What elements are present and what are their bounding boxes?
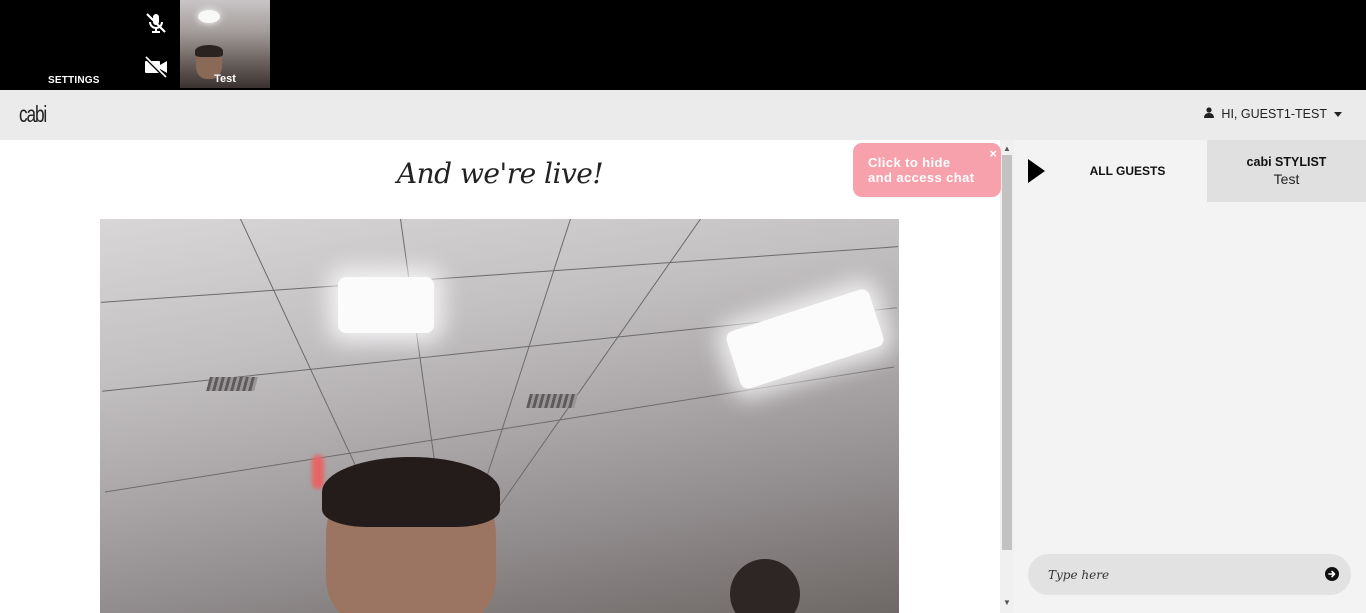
collapse-chat-icon[interactable] xyxy=(1028,159,1045,183)
chat-sidebar xyxy=(1014,140,1366,613)
main-video[interactable] xyxy=(100,219,899,613)
tab-cabi-stylist[interactable]: cabi STYLIST Test xyxy=(1207,140,1366,202)
host-hair xyxy=(322,457,500,527)
video-control-bar: SETTINGS Test xyxy=(0,0,1366,90)
send-arrow-icon[interactable] xyxy=(1325,567,1339,581)
tooltip-line-1: Click to hide xyxy=(868,155,951,170)
self-hair xyxy=(195,45,223,57)
camera-off-icon[interactable] xyxy=(141,52,171,82)
user-menu-dropdown[interactable]: HI, GUEST1-TEST xyxy=(1204,107,1342,121)
tab-all-guests[interactable]: ALL GUESTS xyxy=(1048,140,1207,202)
ceiling-lamp xyxy=(338,277,434,333)
tooltip-text: Click to hide and access chat xyxy=(868,155,974,185)
ceiling-vent xyxy=(206,377,258,391)
tooltip-line-2: and access chat xyxy=(868,170,975,185)
settings-button[interactable]: SETTINGS xyxy=(48,75,100,86)
hide-chat-tooltip[interactable]: Click to hide and access chat × xyxy=(853,143,1001,197)
chat-input-container xyxy=(1028,554,1351,595)
user-greeting: HI, GUEST1-TEST xyxy=(1221,107,1327,121)
scroll-up-icon[interactable]: ▲ xyxy=(1002,144,1012,154)
close-icon[interactable]: × xyxy=(989,146,997,161)
video-light xyxy=(198,10,220,23)
user-icon xyxy=(1204,107,1215,121)
mic-muted-icon[interactable] xyxy=(141,8,171,38)
self-video-tile[interactable]: Test xyxy=(180,0,270,88)
tab-stylist-name: Test xyxy=(1273,171,1300,187)
ceiling-lamp xyxy=(724,287,886,391)
chat-message-input[interactable] xyxy=(1046,565,1320,585)
ceiling-line xyxy=(100,246,899,303)
scrollbar-thumb[interactable] xyxy=(1002,155,1012,550)
chevron-down-icon xyxy=(1334,111,1342,117)
ceiling-vent xyxy=(526,394,578,408)
tab-stylist-title: cabi STYLIST xyxy=(1246,155,1327,169)
scroll-down-icon[interactable]: ▼ xyxy=(1002,598,1012,608)
page-title: And we're live! xyxy=(396,157,604,190)
background-person xyxy=(730,559,800,613)
cabi-logo[interactable]: cabi xyxy=(19,101,47,128)
navbar xyxy=(0,90,1366,140)
self-video-name: Test xyxy=(214,73,236,85)
exit-light xyxy=(312,455,324,489)
